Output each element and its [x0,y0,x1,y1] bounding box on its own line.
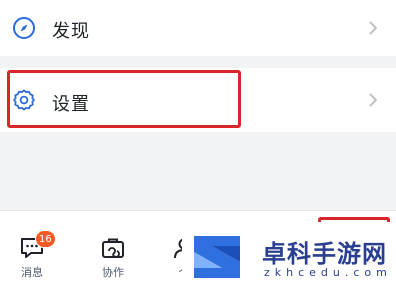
watermark-url: zkhcedu.com [264,266,392,279]
compass-icon [13,17,35,39]
tab-messages[interactable]: 16 消息 [10,229,56,285]
watermark-text: 卓科手游网 [262,240,387,268]
chevron-right-icon [369,21,378,35]
menu-item-discover-card: 发现 [0,0,396,56]
watermark: 卓科手游网 zkhcedu.com [182,222,396,290]
tab-messages-label: 消息 [21,266,43,279]
mobile-screen: 发现 设置 16 消息 协作 卓科手游网 zkhcedu.com [0,0,396,290]
briefcase-icon [102,238,124,258]
watermark-logo-icon [194,236,240,278]
tab-collaboration[interactable]: 协作 [91,229,135,285]
unread-count-badge: 16 [35,230,56,248]
tab-collaboration-label: 协作 [102,266,124,279]
menu-item-discover[interactable]: 发现 [0,0,396,56]
highlight-annotation-box [7,70,241,128]
chevron-right-icon [369,93,378,107]
menu-item-discover-label: 发现 [52,21,90,42]
